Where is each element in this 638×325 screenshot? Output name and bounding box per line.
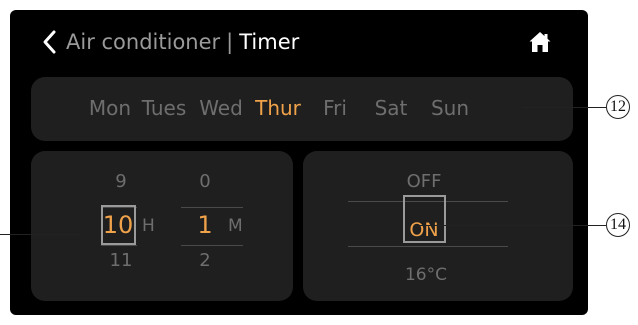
mode-picker[interactable]: OFF ON 16°C <box>303 151 573 301</box>
mode-highlight-box <box>403 195 446 243</box>
breadcrumb-separator: | <box>226 30 234 54</box>
time-picker[interactable]: 9 10 H 11 0 1 M 2 <box>31 151 293 301</box>
divider <box>348 246 508 247</box>
minute-next[interactable]: 2 <box>199 250 210 272</box>
breadcrumb-current: Timer <box>239 30 300 54</box>
day-fri[interactable]: Fri <box>323 95 347 121</box>
hour-unit: H <box>142 216 155 236</box>
callout-number-days: 12 <box>606 95 630 119</box>
divider <box>181 207 243 208</box>
minute-selected[interactable]: 1 <box>197 210 212 240</box>
callout-leader-days <box>522 107 606 108</box>
day-list: Mon Tues Wed Thur Fri Sat Sun <box>31 77 573 141</box>
mode-next-temperature[interactable]: 16°C <box>405 264 447 286</box>
day-selector: Mon Tues Wed Thur Fri Sat Sun <box>31 77 573 141</box>
day-wed[interactable]: Wed <box>199 95 243 121</box>
day-sat[interactable]: Sat <box>375 95 408 121</box>
hour-prev[interactable]: 9 <box>115 171 126 193</box>
home-icon[interactable] <box>528 30 552 54</box>
divider <box>181 245 243 246</box>
header: Air conditioner | Timer <box>10 28 588 60</box>
mode-prev-off[interactable]: OFF <box>407 171 442 193</box>
timer-screen: Air conditioner | Timer Mon Tues Wed Thur Fri S… <box>10 10 588 315</box>
breadcrumb-air-conditioner[interactable]: Air conditioner <box>66 30 220 54</box>
day-tues[interactable]: Tues <box>142 95 187 121</box>
divider <box>101 245 137 246</box>
chevron-left-icon[interactable] <box>39 28 61 56</box>
day-thur[interactable]: Thur <box>255 95 301 121</box>
hour-next[interactable]: 11 <box>110 250 133 272</box>
callout-leader-mode <box>418 225 606 226</box>
minute-unit: M <box>228 216 243 236</box>
page-title: Air conditioner | Timer <box>66 28 299 56</box>
minute-prev[interactable]: 0 <box>199 171 210 193</box>
day-sun[interactable]: Sun <box>431 95 469 121</box>
callout-leader-hour <box>0 234 81 235</box>
callout-number-mode: 14 <box>606 213 630 237</box>
day-mon[interactable]: Mon <box>89 95 131 121</box>
hour-highlight-box <box>101 205 136 245</box>
